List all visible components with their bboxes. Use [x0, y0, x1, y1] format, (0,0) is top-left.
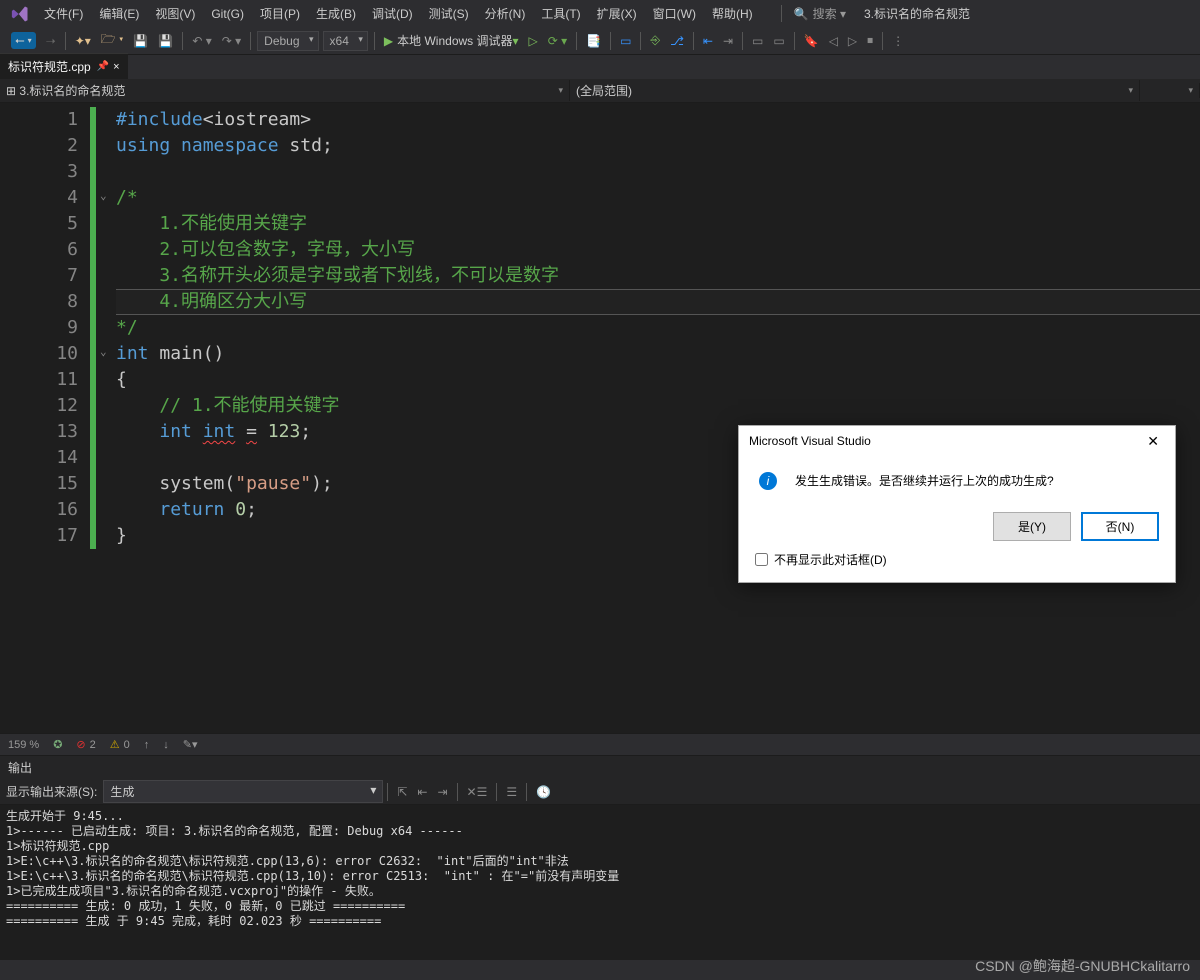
menu-item[interactable]: 调试(D)	[364, 3, 421, 25]
search-icon: 🔍	[794, 7, 809, 21]
output-toolbar: 显示输出来源(S): 生成▾ ⇱ ⇤ ⇥ ✕☰ ☰ 🕓	[0, 779, 1200, 805]
menu-item[interactable]: 扩展(X)	[589, 3, 645, 25]
menu-item[interactable]: 帮助(H)	[704, 3, 761, 25]
output-panel-title: 输出	[0, 755, 1200, 779]
code-area[interactable]: #include<iostream>using namespace std; /…	[116, 103, 1200, 733]
menu-item[interactable]: 测试(S)	[421, 3, 477, 25]
dont-show-checkbox[interactable]	[755, 553, 768, 566]
out-timestamp-button[interactable]: 🕓	[532, 783, 555, 801]
build-error-dialog: Microsoft Visual Studio ✕ i 发生生成错误。是否继续并…	[738, 425, 1176, 583]
out-prev-button[interactable]: ⇤	[413, 783, 431, 801]
bookmark-button[interactable]: 🔖	[800, 32, 823, 50]
tool-3-button[interactable]: ⎆	[646, 31, 664, 50]
nav-back-button[interactable]: ⭠▾	[7, 30, 40, 51]
nav-up-icon[interactable]: ↑	[144, 739, 150, 751]
menu-item[interactable]: Git(G)	[203, 3, 252, 25]
indent-in-button[interactable]: ⇥	[719, 32, 737, 50]
save-all-button[interactable]: 💾	[154, 32, 177, 50]
dialog-title: Microsoft Visual Studio	[749, 434, 871, 448]
undo-button[interactable]: ↶ ▾	[188, 32, 215, 50]
bookmark-next-button[interactable]: ▷	[844, 32, 861, 50]
line-gutter: 1234567891011121314151617	[0, 103, 90, 733]
nav-scope-combo[interactable]: ⊞ 3.标识名的命名规范 ▾	[0, 80, 570, 101]
search-box[interactable]: 🔍 搜索 ▾	[781, 5, 846, 22]
margin-strip: ⌄⌄	[90, 103, 116, 733]
nav-bar: ⊞ 3.标识名的命名规范 ▾ (全局范围) ▾ ▾	[0, 79, 1200, 103]
dialog-close-button[interactable]: ✕	[1141, 431, 1165, 452]
output-body[interactable]: 生成开始于 9:45... 1>------ 已启动生成: 项目: 3.标识名的…	[0, 805, 1200, 960]
menu-item[interactable]: 工具(T)	[533, 3, 588, 25]
file-tab[interactable]: 标识符规范.cpp 📌 ×	[0, 53, 128, 79]
refresh-button[interactable]: ⟳ ▾	[544, 32, 571, 50]
pin-icon[interactable]: 📌	[97, 61, 109, 72]
error-count[interactable]: ⊘2	[76, 738, 95, 751]
menu-item[interactable]: 项目(P)	[252, 3, 308, 25]
nav-down-icon[interactable]: ↓	[163, 739, 169, 751]
out-goto-button[interactable]: ⇱	[393, 783, 411, 801]
extra-button[interactable]: ⋮	[888, 32, 908, 50]
tool-4-button[interactable]: ⎇	[666, 32, 688, 50]
output-source-combo[interactable]: 生成▾	[103, 780, 383, 803]
menu-item[interactable]: 窗口(W)	[645, 3, 704, 25]
close-icon[interactable]: ×	[113, 61, 119, 73]
out-wrap-button[interactable]: ☰	[502, 783, 521, 801]
bookmark-clear-button[interactable]: ⏹	[863, 31, 877, 50]
nav-global-combo[interactable]: (全局范围) ▾	[570, 80, 1140, 101]
warning-count[interactable]: ⚠0	[110, 738, 130, 751]
comment-button[interactable]: ▭	[748, 32, 767, 50]
watermark: CSDN @鲍海超-GNUBHCkalitarro	[975, 956, 1190, 976]
menu-item[interactable]: 视图(V)	[147, 3, 203, 25]
new-item-button[interactable]: ✦▾	[71, 32, 95, 50]
info-icon: i	[759, 472, 777, 490]
out-next-button[interactable]: ⇥	[433, 783, 451, 801]
brush-icon[interactable]: ✎▾	[183, 738, 198, 751]
editor-status-bar: 159 % ✪ ⊘2 ⚠0 ↑ ↓ ✎▾	[0, 733, 1200, 755]
dialog-message: 发生生成错误。是否继续并运行上次的成功生成?	[795, 472, 1054, 489]
output-source-label: 显示输出来源(S):	[6, 783, 97, 800]
menu-item[interactable]: 编辑(E)	[91, 3, 147, 25]
indent-out-button[interactable]: ⇤	[699, 32, 717, 50]
tab-bar: 标识符规范.cpp 📌 ×	[0, 55, 1200, 79]
bookmark-prev-button[interactable]: ◁	[825, 32, 842, 50]
platform-combo[interactable]: x64	[323, 31, 368, 51]
uncomment-button[interactable]: ▭	[769, 32, 788, 50]
open-button[interactable]: 🗁 ▾	[97, 28, 128, 53]
menu-item[interactable]: 生成(B)	[308, 3, 364, 25]
out-clear-button[interactable]: ✕☰	[463, 783, 492, 801]
menubar: 文件(F)编辑(E)视图(V)Git(G)项目(P)生成(B)调试(D)测试(S…	[0, 0, 1200, 27]
solution-name: 3.标识名的命名规范	[864, 5, 970, 22]
dialog-yes-button[interactable]: 是(Y)	[993, 512, 1071, 541]
menu-item[interactable]: 文件(F)	[36, 3, 91, 25]
tool-2-button[interactable]: ▭	[616, 32, 635, 50]
tab-label: 标识符规范.cpp	[8, 58, 91, 75]
search-placeholder: 搜索 ▾	[813, 5, 846, 22]
nav-fwd-button[interactable]: ➝	[42, 32, 60, 50]
menu-item[interactable]: 分析(N)	[477, 3, 534, 25]
config-combo[interactable]: Debug	[257, 31, 318, 51]
save-button[interactable]: 💾	[129, 32, 152, 50]
tool-1-button[interactable]: 📑	[582, 32, 605, 50]
toolbar: ⭠▾ ➝ ✦▾ 🗁 ▾ 💾 💾 ↶ ▾ ↷ ▾ Debug x64 ▶ 本地 W…	[0, 27, 1200, 55]
code-editor[interactable]: 1234567891011121314151617 ⌄⌄ #include<io…	[0, 103, 1200, 733]
vs-logo-icon	[10, 4, 30, 24]
dialog-no-button[interactable]: 否(N)	[1081, 512, 1159, 541]
nav-member-combo[interactable]: ▾	[1140, 83, 1200, 98]
start-debug-button[interactable]: ▶ 本地 Windows 调试器 ▾	[380, 30, 523, 51]
redo-button[interactable]: ↷ ▾	[218, 32, 245, 50]
dont-show-label: 不再显示此对话框(D)	[774, 551, 887, 568]
zoom-level[interactable]: 159 %	[8, 739, 39, 751]
start-without-debug-button[interactable]: ▷	[525, 32, 542, 50]
no-issues-icon[interactable]: ✪	[53, 738, 62, 751]
